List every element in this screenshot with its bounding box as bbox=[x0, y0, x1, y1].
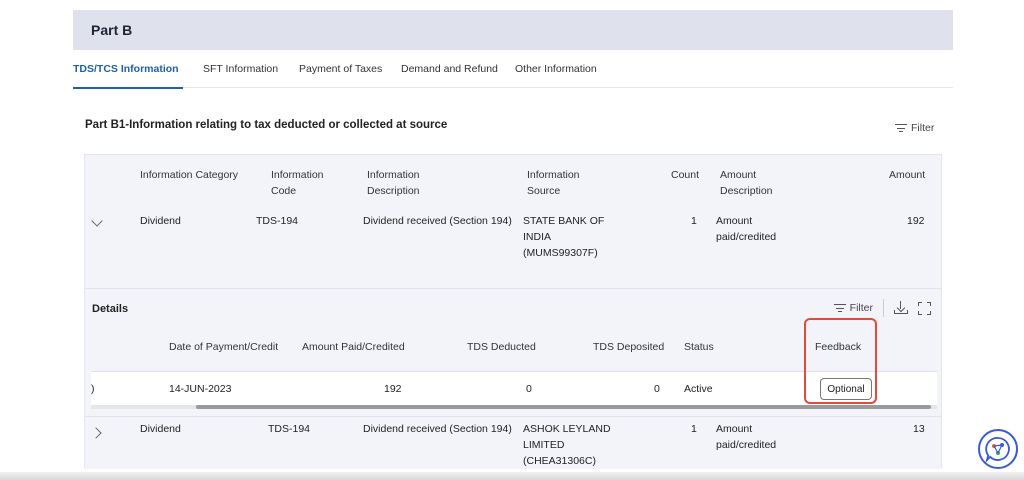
details-filter-button[interactable]: Filter bbox=[833, 302, 873, 314]
cell-source: ASHOK LEYLAND LIMITED (CHEA31306C) bbox=[523, 423, 611, 467]
details-table: Date of Payment/Credit Amount Paid/Credi… bbox=[91, 331, 937, 409]
details-title: Details bbox=[92, 303, 129, 315]
toolbar-divider bbox=[883, 299, 884, 317]
details-filter-label: Filter bbox=[849, 302, 873, 314]
card-title: Part B bbox=[73, 10, 953, 50]
download-icon[interactable] bbox=[894, 301, 908, 315]
header-date-of-payment: Date of Payment/Credit bbox=[169, 341, 279, 353]
cell-date: 14-JUN-2023 bbox=[169, 383, 232, 395]
feedback-optional-button[interactable]: Optional bbox=[820, 378, 872, 400]
filter-icon bbox=[833, 304, 846, 313]
tab-other-information[interactable]: Other Information bbox=[515, 63, 597, 75]
tds-table: Information Category Information Code In… bbox=[84, 154, 942, 469]
header-information-category: Information Category bbox=[140, 169, 239, 181]
header-feedback: Feedback bbox=[815, 341, 862, 353]
cell-cut-off: ) bbox=[91, 383, 95, 395]
header-information-code: Information Code bbox=[271, 169, 324, 197]
chat-assistant-icon bbox=[985, 437, 1010, 463]
cell-category: Dividend bbox=[140, 423, 181, 435]
header-amount-description: Amount Description bbox=[720, 169, 773, 197]
cell-tds-deposited: 0 bbox=[654, 383, 660, 395]
tab-tds-tcs-information[interactable]: TDS/TCS Information bbox=[73, 63, 179, 75]
details-toolbar: Filter bbox=[833, 299, 931, 317]
cell-count: 1 bbox=[691, 423, 697, 435]
header-amount-paid: Amount Paid/Credited bbox=[302, 341, 405, 353]
details-panel: Details Filter Date of Payment/Credit Am… bbox=[91, 289, 937, 409]
table-row[interactable]: Dividend TDS-194 Dividend received (Sect… bbox=[85, 209, 941, 289]
cell-category: Dividend bbox=[140, 215, 181, 227]
header-information-description: Information Description bbox=[367, 169, 420, 197]
cell-amount: 13 bbox=[913, 423, 925, 435]
window-bottom-edge bbox=[0, 472, 1024, 480]
cell-source: STATE BANK OF INDIA (MUMS99307F) bbox=[523, 215, 605, 259]
chevron-right-icon[interactable] bbox=[90, 427, 102, 439]
cell-tds-deducted: 0 bbox=[526, 383, 532, 395]
filter-label: Filter bbox=[911, 122, 935, 134]
active-tab-indicator bbox=[73, 87, 183, 89]
cell-amount-description: Amount paid/credited bbox=[716, 215, 777, 243]
chat-assistant-button[interactable] bbox=[978, 429, 1018, 469]
cell-amount: 192 bbox=[907, 215, 925, 227]
horizontal-scrollbar-thumb[interactable] bbox=[196, 405, 931, 409]
tab-bar: TDS/TCS Information SFT Information Paym… bbox=[73, 50, 953, 89]
table-row[interactable]: Dividend TDS-194 Dividend received (Sect… bbox=[85, 417, 941, 469]
cell-amount-paid: 192 bbox=[384, 383, 402, 395]
cell-code: TDS-194 bbox=[256, 215, 299, 227]
header-status: Status bbox=[684, 341, 714, 353]
header-count: Count bbox=[671, 169, 700, 181]
header-amount: Amount bbox=[889, 169, 926, 181]
part-b-card: Part B TDS/TCS Information SFT Informati… bbox=[73, 10, 953, 480]
section-title: Part B1-Information relating to tax dedu… bbox=[85, 119, 448, 131]
tab-payment-of-taxes[interactable]: Payment of Taxes bbox=[299, 63, 382, 75]
cell-code: TDS-194 bbox=[268, 423, 311, 435]
cell-description: Dividend received (Section 194) bbox=[363, 423, 512, 435]
tab-sft-information[interactable]: SFT Information bbox=[203, 63, 278, 75]
details-header-row: Date of Payment/Credit Amount Paid/Credi… bbox=[91, 331, 937, 371]
filter-button[interactable]: Filter bbox=[895, 122, 934, 134]
filter-icon bbox=[895, 124, 907, 133]
cell-amount-description: Amount paid/credited bbox=[716, 423, 777, 451]
details-row: ) 14-JUN-2023 192 0 0 Active Optional bbox=[91, 371, 937, 409]
cell-status: Active bbox=[684, 383, 713, 395]
tab-demand-and-refund[interactable]: Demand and Refund bbox=[401, 63, 498, 75]
chevron-down-icon[interactable] bbox=[91, 215, 103, 227]
fullscreen-icon[interactable] bbox=[918, 301, 931, 315]
header-information-source: Information Source bbox=[527, 169, 580, 197]
header-tds-deducted: TDS Deducted bbox=[467, 341, 536, 353]
cell-count: 1 bbox=[691, 215, 697, 227]
header-tds-deposited: TDS Deposited bbox=[593, 341, 665, 353]
cell-description: Dividend received (Section 194) bbox=[363, 215, 512, 227]
